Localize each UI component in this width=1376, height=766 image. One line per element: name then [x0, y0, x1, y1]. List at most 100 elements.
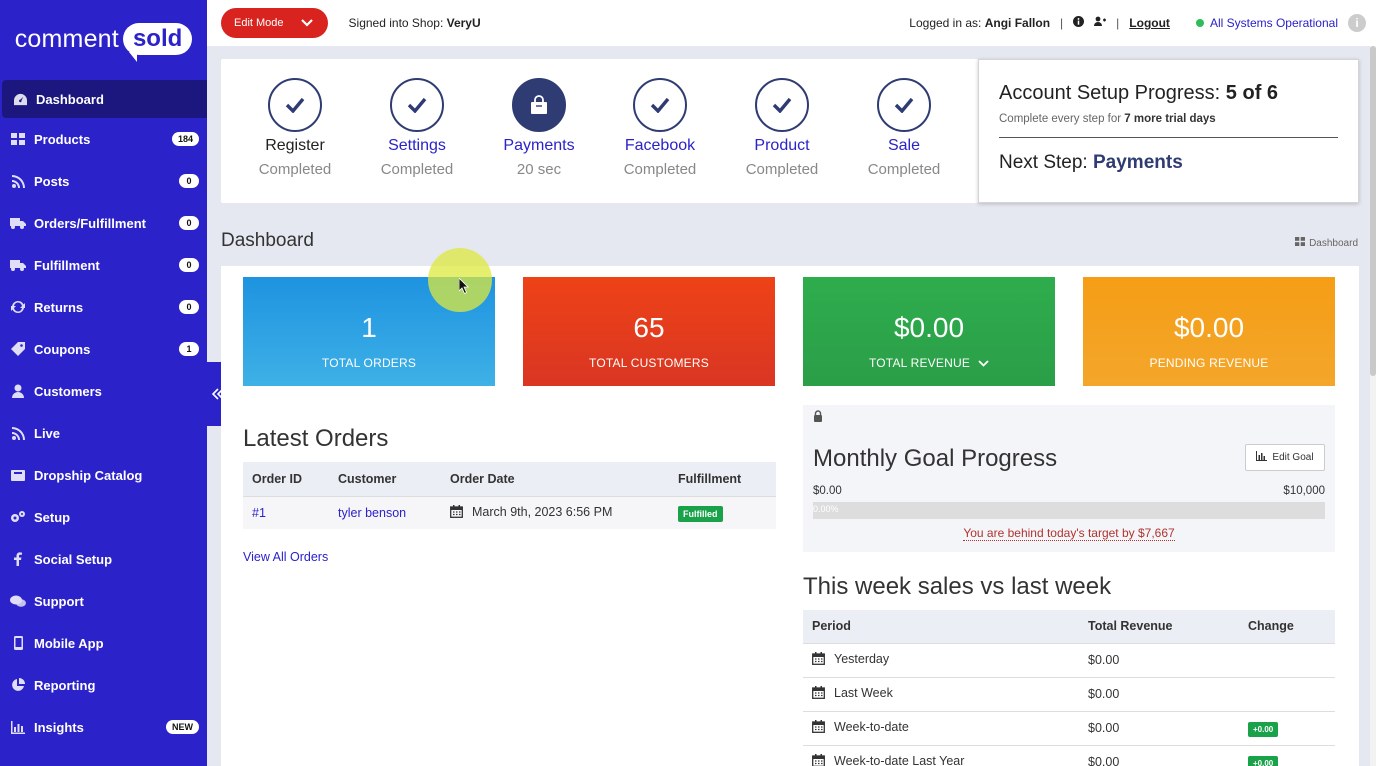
mouse-pointer-icon: [459, 278, 469, 294]
calendar-icon: [812, 720, 825, 736]
sidebar-item-label: Customers: [34, 383, 102, 399]
sidebar-item-posts[interactable]: Posts 0: [0, 160, 207, 202]
sidebar-item-returns[interactable]: Returns 0: [0, 286, 207, 328]
lock-icon[interactable]: [813, 409, 823, 427]
sidebar-item-orders-fulfillment[interactable]: Orders/Fulfillment 0: [0, 202, 207, 244]
help-icon[interactable]: i: [1348, 14, 1366, 32]
step-sale[interactable]: Sale Completed: [854, 78, 954, 178]
brand-logo[interactable]: comment sold: [0, 0, 207, 78]
column-header: Change: [1239, 610, 1335, 643]
tile-value: 65: [633, 312, 665, 343]
breadcrumb-label: Dashboard: [1309, 237, 1358, 249]
logout-link[interactable]: Logout: [1129, 16, 1170, 30]
sidebar-item-dropship-catalog[interactable]: Dropship Catalog: [0, 454, 207, 496]
chevron-down-icon[interactable]: [978, 356, 989, 370]
sidebar-item-coupons[interactable]: Coupons 1: [0, 328, 207, 370]
edit-goal-button[interactable]: Edit Goal: [1245, 444, 1325, 471]
column-header: Order Date: [441, 462, 669, 496]
sidebar-item-label: Fulfillment: [34, 257, 100, 273]
divider: |: [1116, 16, 1120, 30]
user-icon: [10, 383, 26, 399]
tile-label-text: PENDING REVENUE: [1149, 356, 1269, 370]
gauge-icon: [12, 91, 28, 107]
latest-orders-table: Order ID Customer Order Date Fulfillment…: [243, 462, 776, 529]
sidebar-item-reporting[interactable]: Reporting: [0, 664, 207, 706]
shopping-bag-icon: [512, 78, 566, 132]
monthly-goal-card: Monthly Goal Progress Edit Goal $0.00 $1…: [803, 405, 1335, 552]
tile-label: TOTAL ORDERS: [243, 356, 495, 370]
revenue-cell: $0.00: [1079, 710, 1239, 745]
pending-revenue-tile[interactable]: $0.00 PENDING REVENUE: [1083, 277, 1335, 386]
step-settings[interactable]: Settings Completed: [367, 78, 467, 178]
revenue-cell: $0.00: [1079, 642, 1239, 677]
week-sales-title: This week sales vs last week: [803, 573, 1112, 600]
sidebar-item-live[interactable]: Live: [0, 412, 207, 454]
count-badge: 0: [179, 216, 199, 230]
check-icon: [390, 78, 444, 132]
edit-goal-label: Edit Goal: [1272, 452, 1314, 463]
check-icon: [268, 78, 322, 132]
sidebar-item-customers[interactable]: Customers: [0, 370, 207, 412]
sidebar-item-social-setup[interactable]: Social Setup: [0, 538, 207, 580]
change-cell: +0.00: [1239, 710, 1335, 745]
edit-mode-button[interactable]: Edit Mode: [221, 8, 328, 38]
page-title: Dashboard: [221, 230, 314, 251]
tile-label-text: TOTAL ORDERS: [321, 356, 417, 370]
sidebar-item-label: Social Setup: [34, 551, 113, 567]
fulfillment-cell: Fulfilled: [669, 495, 776, 529]
sidebar-item-fulfillment[interactable]: Fulfillment 0: [0, 244, 207, 286]
sidebar-item-mobile-app[interactable]: Mobile App: [0, 622, 207, 664]
column-header: Order ID: [243, 462, 329, 496]
sidebar-item-label: Posts: [34, 173, 70, 189]
progress-count: 5 of 6: [1225, 82, 1279, 104]
step-product[interactable]: Product Completed: [732, 78, 832, 178]
step-status: Completed: [745, 161, 819, 178]
trial-days: 7 more trial days: [1124, 113, 1216, 125]
sidebar-item-insights[interactable]: Insights NEW: [0, 706, 207, 748]
total-revenue-tile[interactable]: $0.00 TOTAL REVENUE: [803, 277, 1055, 386]
order-link[interactable]: #1: [252, 506, 266, 520]
sidebar-item-dashboard[interactable]: Dashboard: [2, 80, 207, 118]
bar-chart-icon: [10, 719, 26, 735]
next-step-value[interactable]: Payments: [1093, 152, 1183, 173]
info-icon[interactable]: [1073, 16, 1085, 30]
progress-sub-text: Complete every step for: [999, 113, 1125, 125]
revenue-cell: $0.00: [1079, 676, 1239, 711]
goal-message: You are behind today's target by $7,667: [803, 526, 1335, 541]
sidebar-item-support[interactable]: Support: [0, 580, 207, 622]
truck-icon: [10, 215, 26, 231]
total-customers-tile[interactable]: 65 TOTAL CUSTOMERS: [523, 277, 775, 386]
breadcrumb[interactable]: Dashboard: [1295, 237, 1358, 249]
goal-max: $10,000: [1283, 485, 1325, 497]
sidebar-item-label: Dashboard: [36, 91, 104, 107]
system-status-link[interactable]: All Systems Operational: [1195, 16, 1338, 30]
view-all-orders-link[interactable]: View All Orders: [243, 550, 328, 564]
tag-icon: [10, 341, 26, 357]
table-row: Week-to-date $0.00 +0.00: [803, 710, 1335, 745]
chevron-down-icon: [298, 14, 316, 32]
step-name: Settings: [388, 137, 446, 154]
step-status: Completed: [867, 161, 941, 178]
sidebar-item-products[interactable]: Products 184: [0, 118, 207, 160]
status-dot-icon: [1195, 19, 1204, 27]
signed-into-shop: Signed into Shop: VeryU: [349, 16, 481, 30]
table-row: #1 tyler benson March 9th, 2023 6:56 PM …: [243, 495, 776, 529]
logo-bubble: sold: [122, 23, 193, 62]
logged-prefix: Logged in as:: [909, 16, 985, 30]
step-payments[interactable]: Payments 20 sec: [489, 78, 589, 178]
sidebar-item-label: Setup: [34, 509, 71, 525]
goal-min: $0.00: [813, 485, 842, 497]
user-switch-icon[interactable]: [1094, 16, 1107, 31]
setup-steps-card: Register Completed Settings Completed Pa…: [221, 59, 978, 203]
step-facebook[interactable]: Facebook Completed: [610, 78, 710, 178]
step-register[interactable]: Register Completed: [245, 78, 345, 178]
period-label: Week-to-date: [834, 720, 909, 734]
sidebar-item-label: Reporting: [34, 677, 96, 693]
customer-link[interactable]: tyler benson: [338, 506, 406, 520]
scrollbar-thumb[interactable]: [1370, 46, 1376, 376]
count-badge: 0: [179, 174, 199, 188]
tile-label-text: TOTAL CUSTOMERS: [589, 356, 709, 370]
shop-name: VeryU: [446, 16, 481, 30]
new-badge: NEW: [166, 720, 199, 734]
sidebar-item-setup[interactable]: Setup: [0, 496, 207, 538]
